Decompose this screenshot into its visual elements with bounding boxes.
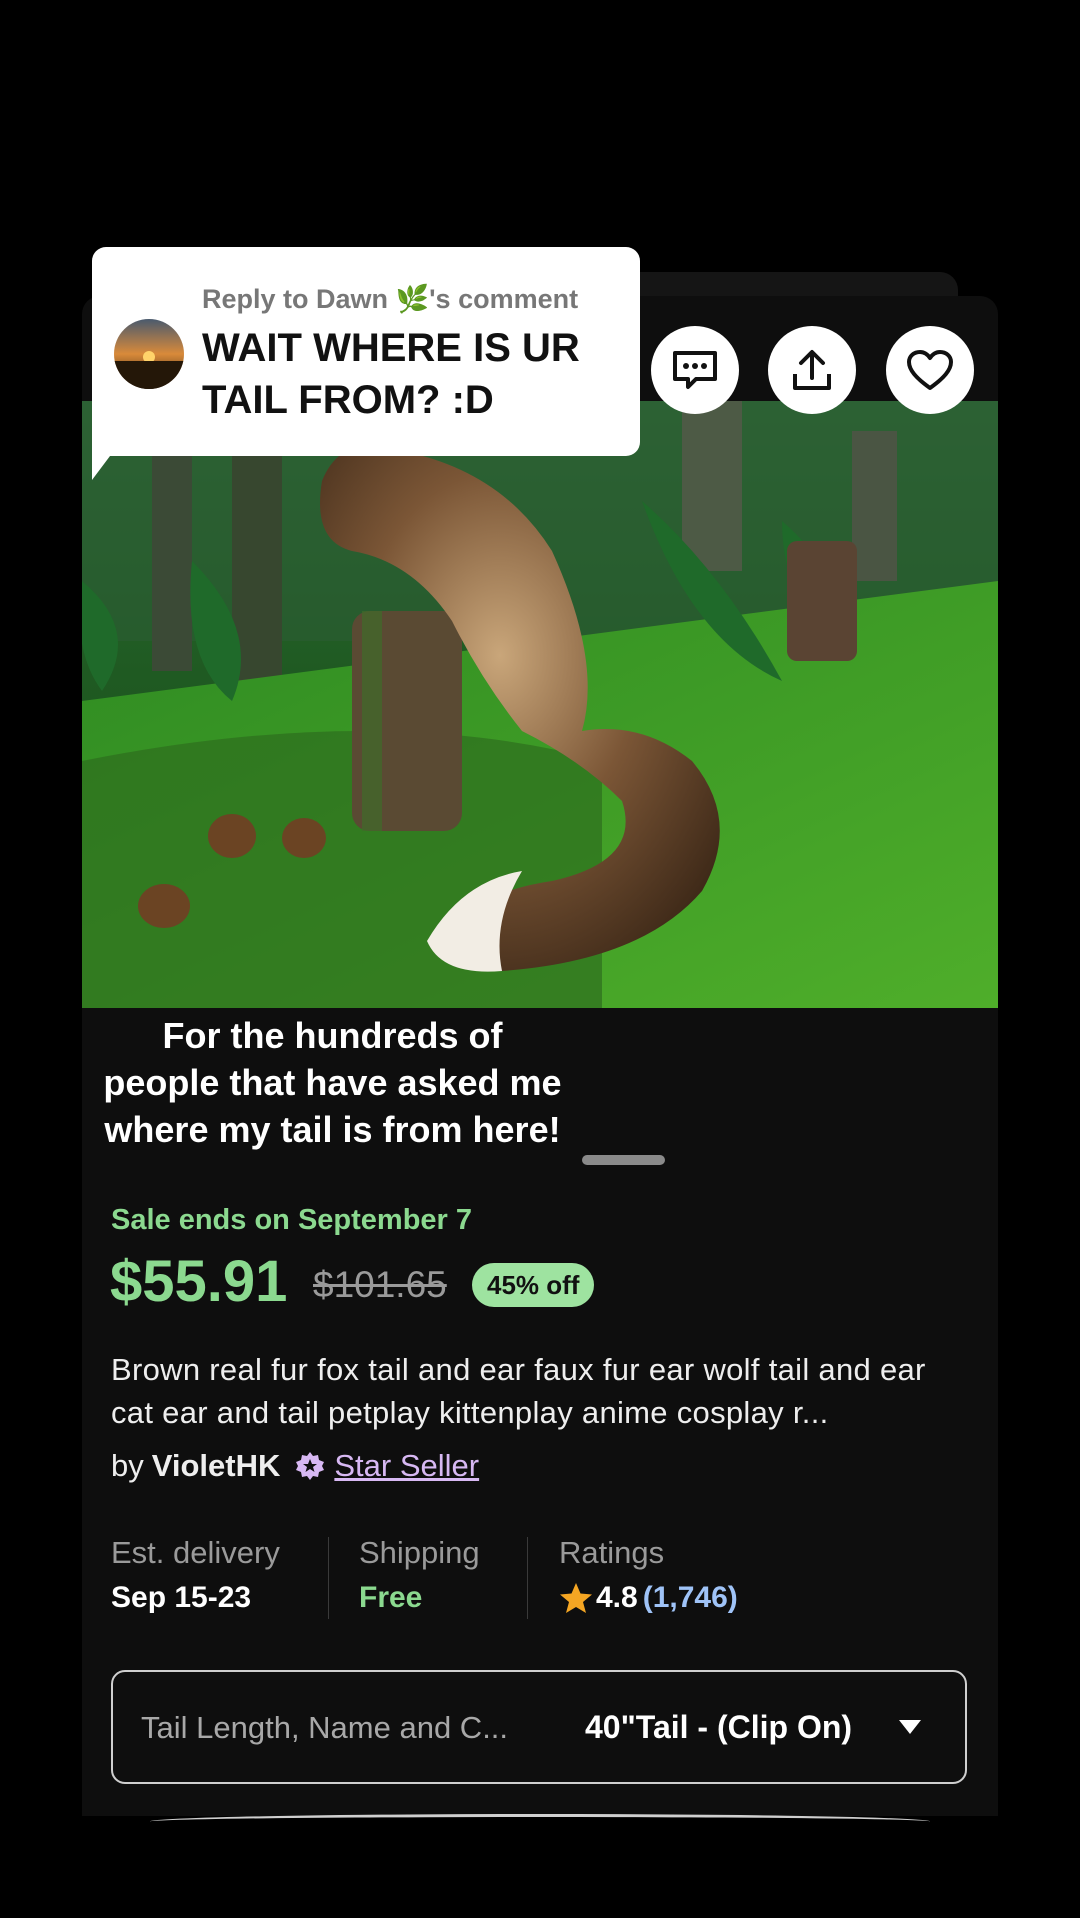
stat-divider [527,1537,528,1619]
share-icon [791,348,833,392]
delivery-label: Est. delivery [111,1535,280,1570]
reply-comment-sticker[interactable]: Reply to Dawn 🌿's comment WAIT WHERE IS … [92,247,640,456]
message-button[interactable] [651,326,739,414]
stat-divider [328,1537,329,1619]
seller-row: by VioletHK Star Seller [111,1448,479,1484]
seller-name-link[interactable]: VioletHK [152,1448,281,1484]
variant-selected-value: 40"Tail - (Clip On) [585,1709,853,1745]
star-icon [559,1582,593,1614]
original-price: $101.65 [313,1264,447,1305]
variant-select[interactable]: Tail Length, Name and C... 40"Tail - (Cl… [111,1670,967,1784]
by-label: by [111,1448,144,1483]
star-seller-icon [295,1451,325,1481]
delivery-value: Sep 15-23 [111,1581,252,1614]
star-seller-link[interactable]: Star Seller [334,1448,479,1484]
next-button-edge [150,1814,930,1829]
heart-icon [906,349,954,391]
video-caption: For the hundreds of people that have ask… [103,1015,562,1150]
current-price: $55.91 [110,1249,288,1314]
sheet-drag-handle[interactable] [582,1155,665,1165]
variant-select-label: Tail Length, Name and C... [141,1710,509,1745]
ratings-value[interactable]: 4.8 (1,746) [559,1581,738,1615]
chevron-down-icon [899,1720,921,1734]
shipping-value: Free [359,1581,423,1614]
listing-title[interactable]: Brown real fur fox tail and ear faux fur… [111,1348,971,1434]
share-button[interactable] [768,326,856,414]
favorite-button[interactable] [886,326,974,414]
avatar [114,319,184,389]
discount-badge: 45% off [472,1263,595,1307]
reply-comment-text: WAIT WHERE IS UR TAIL FROM? :D [202,326,580,422]
product-image[interactable] [82,401,998,1008]
rating-score: 4.8 [596,1581,638,1614]
rating-count: (1,746) [642,1581,738,1614]
message-icon [672,350,718,390]
reply-to-label: Reply to Dawn 🌿's comment [202,284,579,314]
sale-ends-text: Sale ends on September 7 [111,1204,473,1236]
ratings-label: Ratings [559,1535,665,1570]
shipping-label: Shipping [359,1535,480,1570]
